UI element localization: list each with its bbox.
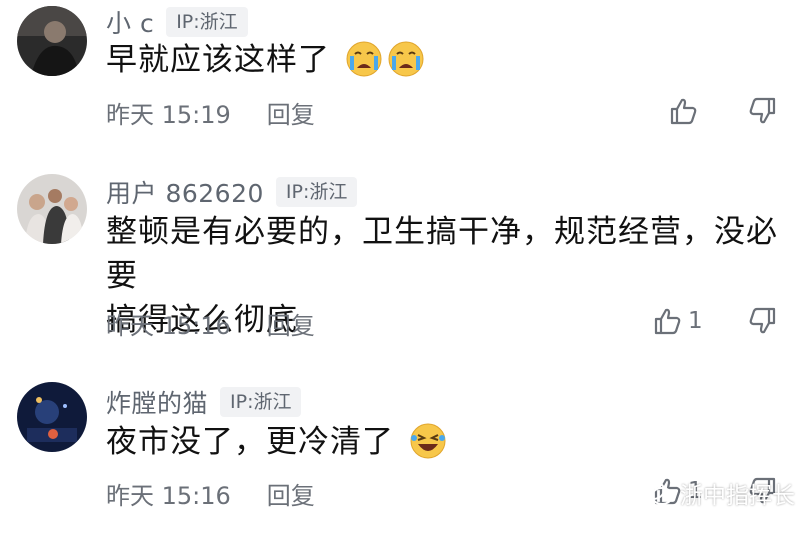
crying-face-emoji-icon <box>387 40 425 90</box>
reply-button[interactable]: 回复 <box>267 476 315 511</box>
dislike-button[interactable] <box>748 306 778 340</box>
wechat-icon <box>641 480 673 505</box>
comment-meta: 昨天 15:16 回复 <box>106 476 315 511</box>
ip-location-badge: IP:浙江 <box>166 7 248 37</box>
username[interactable]: 用户 862620 <box>106 174 264 210</box>
comment-meta: 昨天 15:16 回复 <box>106 306 315 341</box>
name-row: 小 c IP:浙江 <box>106 4 248 40</box>
comment-text-content: 早就应该这样了 <box>106 42 330 78</box>
ip-location-badge: IP:浙江 <box>220 387 302 417</box>
timestamp: 昨天 15:16 <box>106 482 231 510</box>
comment-text: 夜市没了，更冷清了 <box>106 420 786 472</box>
username[interactable]: 炸膛的猫 <box>106 384 208 420</box>
avatar[interactable] <box>17 174 87 244</box>
thumbs-down-icon <box>749 307 776 334</box>
comment-text-content: 夜市没了，更冷清了 <box>106 424 394 460</box>
timestamp: 昨天 15:16 <box>106 312 231 340</box>
comment-meta: 昨天 15:19 回复 <box>106 95 315 130</box>
laughing-crying-face-emoji-icon <box>409 422 447 472</box>
comment-item: 小 c IP:浙江 早就应该这样了 昨天 15:19 回复 <box>0 0 804 160</box>
username[interactable]: 小 c <box>106 4 154 40</box>
comment-text-line: 整顿是有必要的，卫生搞干净，规范经营，没必要 <box>106 214 778 294</box>
watermark: 浙中指挥长 <box>640 476 795 510</box>
like-button[interactable]: 1 <box>652 306 703 336</box>
name-row: 炸膛的猫 IP:浙江 <box>106 384 302 420</box>
thumbs-down-icon <box>749 97 776 124</box>
comment-item: 炸膛的猫 IP:浙江 夜市没了，更冷清了 昨天 15:16 回复 1 <box>0 380 804 536</box>
thumbs-up-icon <box>670 98 697 125</box>
thumbs-up-icon <box>654 308 681 335</box>
like-button[interactable] <box>668 96 704 126</box>
comment-item: 用户 862620 IP:浙江 整顿是有必要的，卫生搞干净，规范经营，没必要 搞… <box>0 170 804 350</box>
watermark-text: 浙中指挥长 <box>680 483 795 509</box>
like-count: 1 <box>688 308 703 334</box>
avatar[interactable] <box>17 6 87 76</box>
dislike-button[interactable] <box>748 96 778 130</box>
comment-text: 早就应该这样了 <box>106 38 786 90</box>
reply-button[interactable]: 回复 <box>267 306 315 341</box>
avatar[interactable] <box>17 382 87 452</box>
ip-location-badge: IP:浙江 <box>275 177 358 207</box>
crying-face-emoji-icon <box>345 40 383 90</box>
timestamp: 昨天 15:19 <box>106 101 231 129</box>
reply-button[interactable]: 回复 <box>267 95 315 130</box>
name-row: 用户 862620 IP:浙江 <box>106 174 358 210</box>
